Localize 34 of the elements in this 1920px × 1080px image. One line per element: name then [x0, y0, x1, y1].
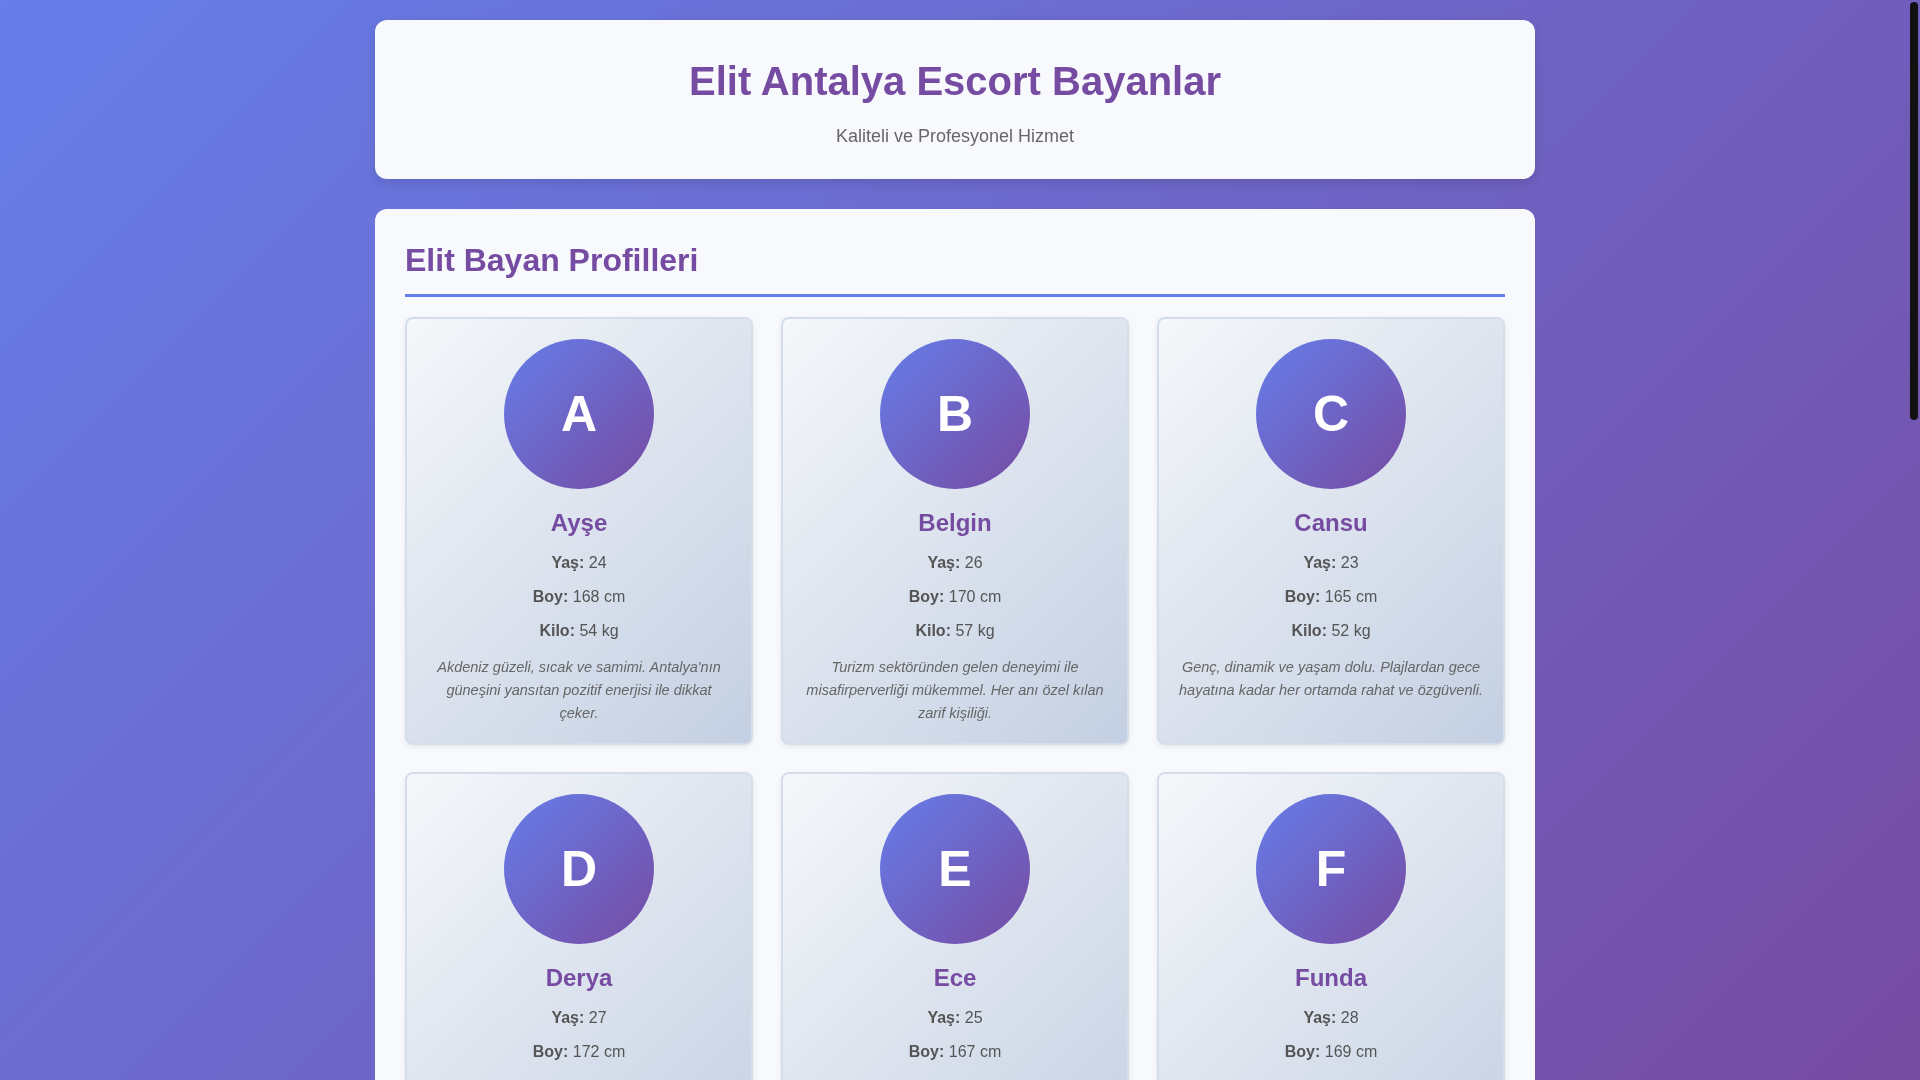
scrollbar-thumb[interactable] — [1910, 2, 1918, 420]
profile-stat: Kilo: 52 kg — [1290, 621, 1372, 642]
profile-name: Derya — [544, 963, 614, 994]
profile-stat: Boy: 172 cm — [531, 1042, 627, 1063]
profile-description: Turizm sektöründen gelen deneyimi ile misafirperverliği mükemmel. Her anı özel kılan zarif kişiliği. — [805, 658, 1105, 724]
avatar-circle: C — [1256, 339, 1406, 490]
profile-name: Funda — [1294, 963, 1369, 994]
profile-stat: Yaş: 27 — [550, 1008, 608, 1029]
profile-name: Belgin — [917, 508, 993, 539]
profile-stat: Boy: 167 cm — [907, 1042, 1003, 1063]
profile-stat: Yaş: 26 — [926, 553, 984, 574]
avatar-circle: B — [880, 339, 1030, 490]
profile-name: Ece — [932, 963, 978, 994]
avatar-circle: F — [1256, 794, 1406, 945]
site-title: Elit Antalya Escort Bayanlar — [687, 58, 1223, 104]
profile-stat: Yaş: 25 — [926, 1008, 984, 1029]
section-title: Elit Bayan Profilleri — [405, 243, 1505, 298]
avatar-circle: A — [504, 339, 654, 490]
profile-name: Ayşe — [549, 508, 609, 539]
profile-description: Genç, dinamik ve yaşam dolu. Plajlardan gece hayatına kadar her ortamda rahat ve özgüvenli. — [1179, 658, 1483, 701]
site-subtitle: Kaliteli ve Profesyonel Hizmet — [834, 126, 1076, 147]
profile-stat: Kilo: 57 kg — [914, 621, 996, 642]
profile-stat: Boy: 165 cm — [1283, 587, 1379, 608]
profile-stat: Boy: 169 cm — [1283, 1042, 1379, 1063]
profile-stat: Yaş: 24 — [550, 553, 608, 574]
profile-stat: Boy: 168 cm — [531, 587, 627, 608]
profile-stat: Yaş: 28 — [1302, 1008, 1360, 1029]
profile-stat: Boy: 170 cm — [907, 587, 1003, 608]
avatar-circle: E — [880, 794, 1030, 945]
avatar-circle: D — [504, 794, 654, 945]
profile-name: Cansu — [1293, 508, 1369, 539]
profile-stat: Kilo: 54 kg — [538, 621, 620, 642]
profile-stat: Yaş: 23 — [1302, 553, 1360, 574]
profile-description: Akdeniz güzeli, sıcak ve samimi. Antalya'nın güneşini yansıtan pozitif enerjisi ile dikkat çeker. — [435, 658, 722, 724]
